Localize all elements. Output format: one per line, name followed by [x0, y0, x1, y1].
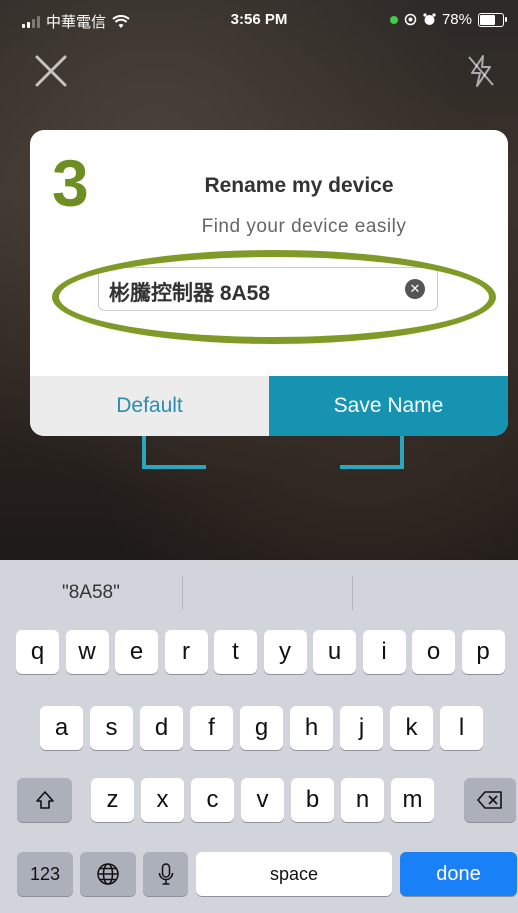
key-a[interactable]: a	[40, 706, 83, 750]
shift-key[interactable]	[17, 778, 72, 822]
space-key[interactable]: space	[196, 852, 392, 896]
key-q[interactable]: q	[16, 630, 59, 674]
status-bar: 中華電信 3:56 PM 78%	[0, 0, 518, 40]
alarm-icon	[423, 13, 436, 25]
key-h[interactable]: h	[290, 706, 333, 750]
key-s[interactable]: s	[90, 706, 133, 750]
key-j[interactable]: j	[340, 706, 383, 750]
battery-icon	[478, 12, 507, 27]
battery-percent: 78%	[441, 11, 472, 28]
key-c[interactable]: c	[191, 778, 234, 822]
shift-icon	[35, 791, 54, 809]
key-d[interactable]: d	[140, 706, 183, 750]
key-b[interactable]: b	[291, 778, 334, 822]
key-m[interactable]: m	[391, 778, 434, 822]
key-w[interactable]: w	[65, 630, 109, 674]
dialog-title: Rename my device	[204, 174, 394, 197]
suggestion-divider	[182, 576, 183, 610]
battery-fill	[480, 14, 495, 25]
key-n[interactable]: n	[341, 778, 384, 822]
globe-key[interactable]	[80, 852, 136, 896]
key-y[interactable]: y	[263, 630, 307, 674]
suggestion-item[interactable]: "8A58"	[62, 582, 120, 604]
recording-dot-icon	[389, 15, 398, 24]
globe-icon	[97, 863, 119, 885]
dialog-buttons: Default Save Name	[30, 376, 508, 436]
key-r[interactable]: r	[164, 630, 208, 674]
location-icon	[404, 13, 417, 26]
key-i[interactable]: i	[362, 630, 406, 674]
backspace-icon	[477, 791, 502, 809]
flash-off-icon[interactable]	[466, 54, 496, 88]
key-v[interactable]: v	[241, 778, 284, 822]
key-u[interactable]: u	[313, 630, 356, 674]
key-g[interactable]: g	[240, 706, 283, 750]
key-x[interactable]: x	[141, 778, 184, 822]
microphone-icon	[158, 863, 173, 885]
default-button[interactable]: Default	[30, 376, 269, 436]
keyboard: "8A58" q w e r t y u i o p a s d f g h j k l z x c v b n m 123 spac…	[0, 560, 518, 913]
key-l[interactable]: l	[440, 706, 483, 750]
numbers-key[interactable]: 123	[17, 852, 73, 896]
save-name-button[interactable]: Save Name	[269, 376, 508, 436]
suggestion-divider	[352, 576, 353, 610]
suggestion-bar: "8A58"	[0, 560, 518, 624]
highlight-ring	[52, 250, 496, 344]
key-p[interactable]: p	[461, 630, 505, 674]
backspace-key[interactable]	[464, 778, 516, 822]
key-e[interactable]: e	[115, 630, 158, 674]
key-t[interactable]: t	[214, 630, 257, 674]
close-icon[interactable]	[34, 54, 68, 88]
status-right: 78%	[389, 11, 507, 28]
key-k[interactable]: k	[390, 706, 433, 750]
key-f[interactable]: f	[190, 706, 233, 750]
dialog-subtitle: Find your device easily	[201, 216, 407, 237]
done-key[interactable]: done	[400, 852, 517, 896]
microphone-key[interactable]	[143, 852, 188, 896]
key-o[interactable]: o	[412, 630, 455, 674]
key-z[interactable]: z	[91, 778, 134, 822]
